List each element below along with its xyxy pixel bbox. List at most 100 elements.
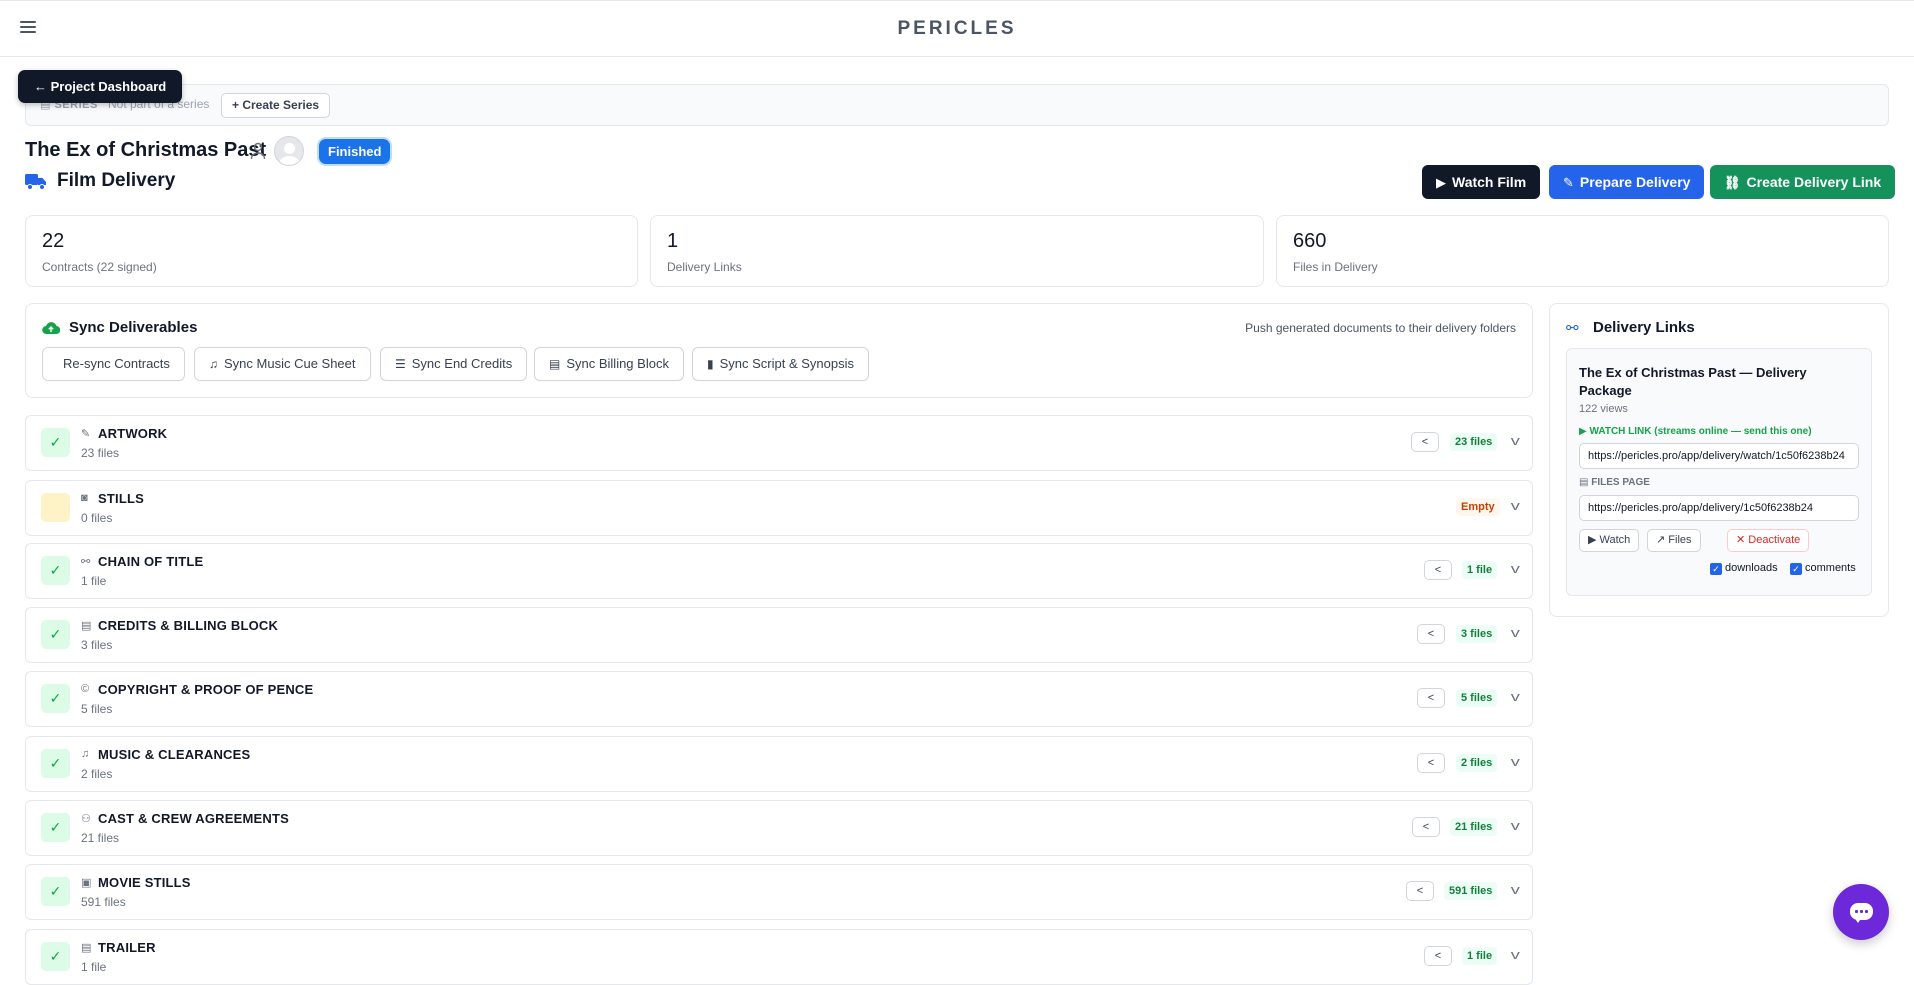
downloads-checkbox[interactable]: ✓ — [1710, 563, 1722, 575]
check-icon: ✓ — [41, 684, 70, 713]
project-dashboard-button[interactable]: ← Project Dashboard — [18, 70, 183, 103]
files-badge: 2 files — [1456, 754, 1498, 772]
brand-logo: PERICLES — [897, 18, 1017, 39]
sync-music-cue-sheet-button[interactable]: ♫ Sync Music Cue Sheet — [194, 347, 371, 381]
category-row-chain-of-title[interactable]: ✓ ⚯ CHAIN OF TITLE 1 file < 1 file v — [25, 543, 1533, 599]
chevron-down-icon[interactable]: v — [1510, 818, 1519, 833]
empty-indicator: ✓ — [41, 493, 70, 522]
button-label: Files — [1668, 534, 1692, 546]
button-label: Sync End Credits — [411, 356, 513, 371]
person-icon[interactable] — [250, 142, 266, 160]
share-button[interactable]: < — [1424, 946, 1452, 966]
stat-label: Files in Delivery — [1293, 260, 1378, 274]
files-url-field[interactable]: https://pericles.pro/app/delivery/1c50f6… — [1579, 495, 1859, 521]
comments-checkbox[interactable]: ✓ — [1790, 563, 1802, 575]
share-button[interactable]: < — [1417, 753, 1445, 773]
sync-script-synopsis-button[interactable]: ▮ Sync Script & Synopsis — [692, 347, 869, 381]
resync-contracts-button[interactable]: Re-sync Contracts — [42, 347, 185, 381]
watch-url-field[interactable]: https://pericles.pro/app/delivery/watch/… — [1579, 443, 1859, 469]
stat-card-delivery-links: 1 Delivery Links — [650, 215, 1264, 287]
category-name: COPYRIGHT & PROOF OF PENCE — [98, 682, 314, 697]
category-row-copyright[interactable]: ✓ © COPYRIGHT & PROOF OF PENCE 5 files <… — [25, 671, 1533, 727]
cloud-upload-icon — [42, 322, 60, 335]
category-row-trailer[interactable]: ✓ ▤ TRAILER 1 file < 1 file v — [25, 929, 1533, 985]
chevron-down-icon[interactable]: v — [1510, 947, 1519, 962]
check-icon: ✓ — [41, 877, 70, 906]
downloads-option[interactable]: ✓ downloads — [1710, 562, 1778, 575]
document-icon: ▤ — [1579, 477, 1592, 488]
files-badge: 1 file — [1462, 947, 1498, 965]
button-label: Watch — [1599, 534, 1631, 546]
category-count: 0 files — [81, 511, 113, 525]
stat-card-files: 660 Files in Delivery — [1276, 215, 1889, 287]
chat-button[interactable] — [1833, 884, 1889, 940]
chevron-down-icon[interactable]: v — [1510, 498, 1519, 513]
create-delivery-link-button[interactable]: ⛓ Create Delivery Link — [1710, 165, 1896, 199]
button-label: Deactivate — [1748, 534, 1801, 546]
chevron-down-icon[interactable]: v — [1510, 433, 1519, 448]
watch-film-button[interactable]: ▶ Watch Film — [1422, 165, 1541, 199]
copyright-icon: © — [81, 683, 90, 695]
category-row-movie-stills[interactable]: ✓ ▣ MOVIE STILLS 591 files < 591 files v — [25, 864, 1533, 920]
avatar[interactable] — [274, 136, 304, 166]
stat-value: 22 — [42, 230, 65, 252]
play-icon: ▶ — [1588, 534, 1600, 546]
category-name: CREDITS & BILLING BLOCK — [98, 618, 279, 633]
share-button[interactable]: < — [1417, 624, 1445, 644]
category-count: 21 files — [81, 831, 120, 845]
share-button[interactable]: < — [1411, 432, 1439, 452]
delivery-link-views: 122 views — [1579, 403, 1628, 415]
share-button[interactable]: < — [1417, 688, 1445, 708]
sync-note: Push generated documents to their delive… — [1245, 321, 1516, 335]
create-series-button[interactable]: + Create Series — [221, 93, 331, 118]
create-delivery-link-label: Create Delivery Link — [1746, 174, 1882, 190]
music-icon: ♫ — [209, 357, 218, 371]
share-button[interactable]: < — [1406, 881, 1434, 901]
share-button[interactable]: < — [1412, 817, 1440, 837]
status-badge[interactable]: Finished — [319, 139, 391, 164]
chevron-down-icon[interactable]: v — [1510, 689, 1519, 704]
delivery-links-title: Delivery Links — [1593, 319, 1695, 336]
list-icon: ▤ — [81, 620, 92, 632]
film-title: The Ex of Christmas Past — [25, 139, 267, 161]
check-icon: ✓ — [41, 428, 70, 457]
comments-option[interactable]: ✓ comments — [1790, 562, 1856, 575]
category-count: 3 files — [81, 638, 113, 652]
stat-label: Contracts (22 signed) — [42, 260, 157, 274]
watch-link-button[interactable]: ▶ Watch — [1579, 529, 1640, 552]
category-row-artwork[interactable]: ✓ ✎ ARTWORK 23 files < 23 files v — [25, 415, 1533, 471]
stat-value: 660 — [1293, 230, 1327, 252]
category-row-music-clearances[interactable]: ✓ ♫ MUSIC & CLEARANCES 2 files < 2 files… — [25, 736, 1533, 792]
files-link-button[interactable]: ↗ Files — [1647, 529, 1701, 552]
chevron-down-icon[interactable]: v — [1510, 882, 1519, 897]
files-badge: 3 files — [1456, 625, 1498, 643]
category-row-stills[interactable]: ✓ ◙ STILLS 0 files Empty v — [25, 480, 1533, 536]
chevron-down-icon[interactable]: v — [1510, 754, 1519, 769]
external-link-icon: ↗ — [1656, 534, 1669, 546]
category-count: 1 file — [81, 960, 107, 974]
close-icon: ✕ — [1736, 534, 1749, 546]
files-badge: 591 files — [1444, 882, 1498, 900]
sync-end-credits-button[interactable]: ☰ Sync End Credits — [380, 347, 528, 381]
button-label: Sync Billing Block — [566, 356, 669, 371]
category-name: MUSIC & CLEARANCES — [98, 747, 251, 762]
sync-billing-block-button[interactable]: ▤ Sync Billing Block — [534, 347, 684, 381]
check-icon: ✓ — [41, 620, 70, 649]
chevron-down-icon[interactable]: v — [1510, 561, 1519, 576]
category-name: MOVIE STILLS — [98, 875, 191, 890]
option-label: downloads — [1725, 562, 1778, 574]
check-icon: ✓ — [41, 813, 70, 842]
category-row-cast-crew[interactable]: ✓ ⚇ CAST & CREW AGREEMENTS 21 files < 21… — [25, 800, 1533, 856]
prepare-delivery-button[interactable]: ✎ Prepare Delivery — [1549, 165, 1705, 199]
delivery-link-name: The Ex of Christmas Past — Delivery Pack… — [1579, 365, 1807, 398]
category-name: CAST & CREW AGREEMENTS — [98, 811, 289, 826]
chat-dots — [1854, 910, 1869, 913]
share-button[interactable]: < — [1424, 560, 1452, 580]
category-name: CHAIN OF TITLE — [98, 554, 204, 569]
category-count: 591 files — [81, 895, 126, 909]
chevron-down-icon[interactable]: v — [1510, 625, 1519, 640]
category-count: 2 files — [81, 767, 113, 781]
deactivate-button[interactable]: ✕ Deactivate — [1727, 529, 1810, 552]
category-name: ARTWORK — [98, 426, 168, 441]
category-row-credits-billing-block[interactable]: ✓ ▤ CREDITS & BILLING BLOCK 3 files < 3 … — [25, 607, 1533, 663]
